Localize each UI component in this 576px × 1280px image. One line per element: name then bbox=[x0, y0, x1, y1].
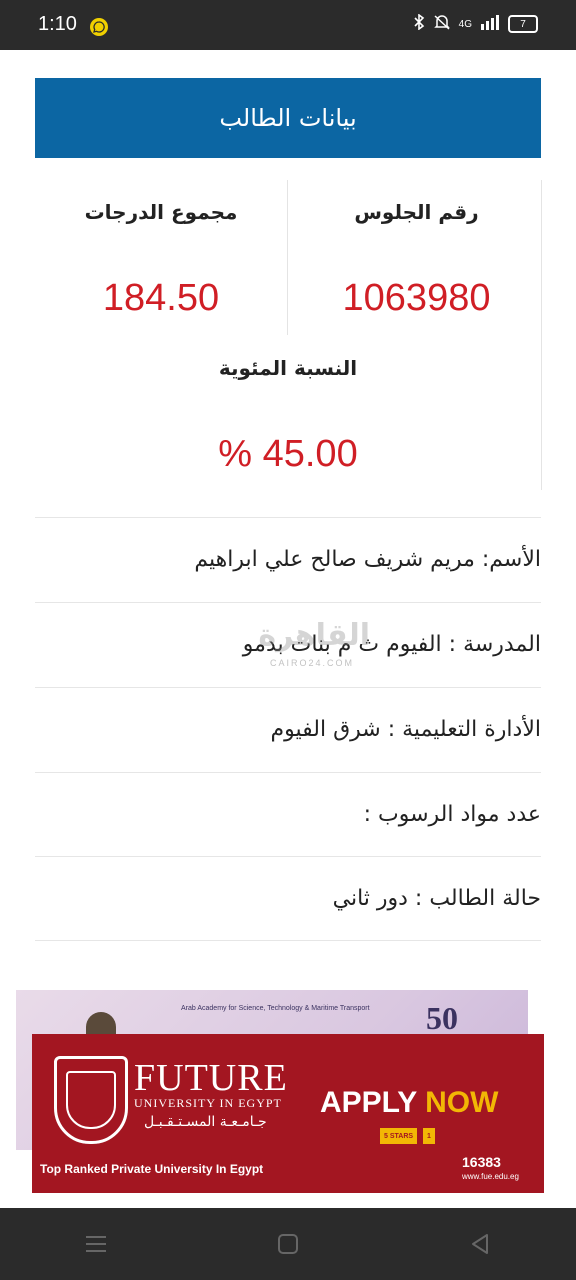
whatsapp-icon bbox=[90, 18, 108, 36]
network-type: 4G bbox=[458, 18, 472, 30]
education-admin-row: الأدارة التعليمية : شرق الفيوم bbox=[35, 687, 541, 771]
now-text: NOW bbox=[425, 1086, 499, 1119]
ad-site: www.fue.edu.eg bbox=[462, 1172, 519, 1181]
ad-brand: FUTURE bbox=[134, 1057, 288, 1099]
total-score-value: 184.50 bbox=[102, 277, 220, 319]
stats-border bbox=[541, 180, 542, 490]
failed-subjects-row: عدد مواد الرسوب : bbox=[35, 772, 541, 856]
battery-icon: 7 bbox=[508, 15, 538, 33]
row-divider bbox=[35, 940, 541, 941]
mute-icon bbox=[433, 14, 451, 34]
seat-number-label: رقم الجلوس bbox=[354, 200, 479, 224]
home-icon bbox=[278, 1234, 298, 1254]
navigation-bar bbox=[0, 1208, 576, 1280]
ad-university: UNIVERSITY IN EGYPT bbox=[134, 1096, 282, 1110]
status-bar: 1:10 4G 7 bbox=[0, 0, 576, 50]
back-icon bbox=[472, 1234, 488, 1254]
ad-badges: 5 STARS 1 bbox=[380, 1128, 435, 1144]
menu-button[interactable] bbox=[76, 1224, 116, 1264]
page-content: بيانات الطالب رقم الجلوس 1063980 مجموع ا… bbox=[0, 50, 576, 1208]
menu-icon bbox=[86, 1236, 106, 1252]
home-button[interactable] bbox=[268, 1224, 308, 1264]
apply-text: APPLY bbox=[320, 1086, 417, 1119]
ad-tagline: Top Ranked Private University In Egypt bbox=[40, 1162, 264, 1176]
signal-icon bbox=[480, 14, 500, 34]
percentage-value: % 45.00 bbox=[218, 433, 358, 475]
ad-phone: 16383 bbox=[462, 1154, 501, 1170]
seat-number-value: 1063980 bbox=[342, 277, 491, 319]
ad-back-logo: 50 bbox=[426, 1000, 458, 1036]
university-crest-icon bbox=[54, 1056, 128, 1144]
bluetooth-icon bbox=[413, 13, 425, 34]
ad-back-text: Arab Academy for Science, Technology & M… bbox=[181, 1005, 370, 1012]
apply-now-button[interactable]: APPLY NOW bbox=[320, 1086, 498, 1120]
student-status-row: حالة الطالب : دور ثاني bbox=[35, 856, 541, 940]
student-name-row: الأسم: مريم شريف صالح علي ابراهيم bbox=[35, 517, 541, 601]
back-button[interactable] bbox=[460, 1224, 500, 1264]
rank-badge: 1 bbox=[423, 1128, 435, 1144]
total-score-label: مجموع الدرجات bbox=[84, 200, 238, 224]
percentage-label: النسبة المئوية bbox=[218, 356, 358, 380]
status-time: 1:10 bbox=[38, 13, 77, 35]
stars-badge: 5 STARS bbox=[380, 1128, 418, 1144]
ad-university-arabic: جـامـعـة المسـتـقـبـل bbox=[144, 1114, 267, 1130]
watermark-site: CAIRO24.COM bbox=[270, 658, 355, 668]
school-row: المدرسة : الفيوم ث م بنات بدمو bbox=[35, 602, 541, 686]
status-icons: 4G 7 bbox=[413, 13, 538, 34]
student-data-header: بيانات الطالب bbox=[35, 78, 541, 158]
column-divider bbox=[287, 180, 288, 335]
ad-banner[interactable]: FUTURE UNIVERSITY IN EGYPT جـامـعـة المس… bbox=[32, 1034, 544, 1193]
